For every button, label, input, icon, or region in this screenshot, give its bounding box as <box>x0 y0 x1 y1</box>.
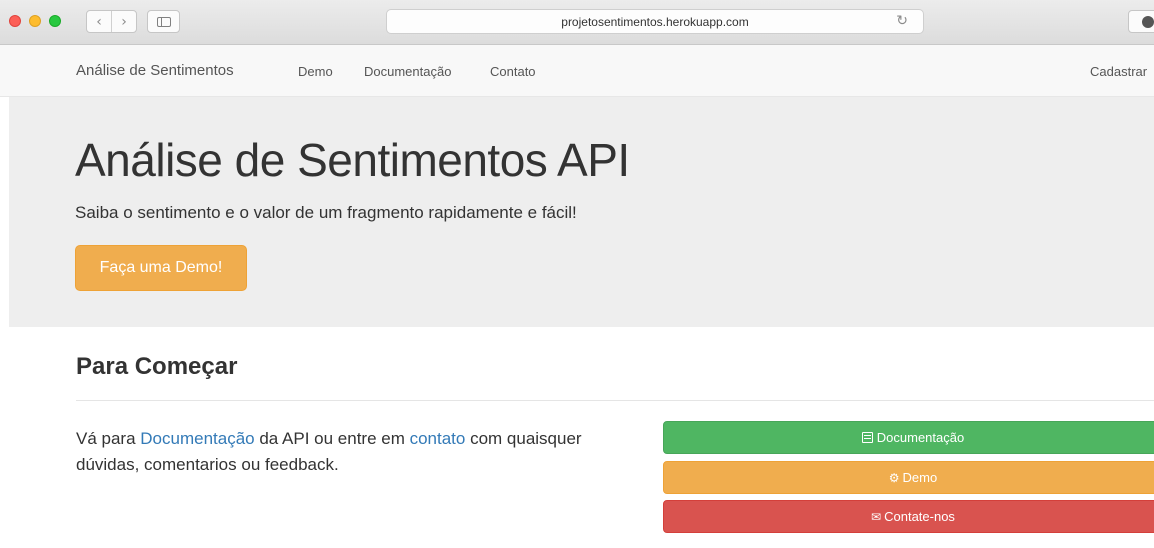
text-before-doc: Vá para <box>76 429 141 448</box>
minimize-window-icon[interactable] <box>29 15 41 27</box>
page-title: Análise de Sentimentos API <box>75 134 630 186</box>
history-buttons: ‹ › <box>86 10 137 33</box>
list-icon <box>861 432 873 443</box>
sidebar-toggle-button[interactable] <box>147 10 180 33</box>
page-subtitle: Saiba o sentimento e o valor de um fragm… <box>75 203 577 222</box>
section-title: Para Começar <box>76 353 238 380</box>
nav-link-contato[interactable]: Contato <box>490 64 536 79</box>
maximize-window-icon[interactable] <box>49 15 61 27</box>
navbar-brand[interactable]: Análise de Sentimentos <box>76 62 234 79</box>
text-middle: da API ou entre em <box>254 429 410 448</box>
demo-button-label: Demo <box>902 470 938 485</box>
back-icon[interactable]: ‹ <box>87 11 111 32</box>
contact-button-label: Contate-nos <box>884 509 955 524</box>
close-window-icon[interactable] <box>9 15 21 27</box>
contact-link[interactable]: contato <box>410 429 466 448</box>
sidebar-icon <box>156 16 171 27</box>
contact-button[interactable]: ✉ Contate-nos <box>663 500 1154 533</box>
getting-started-text: Vá para Documentação da API ou entre em … <box>76 426 636 478</box>
download-icon <box>1142 16 1154 28</box>
forward-icon[interactable]: › <box>111 11 136 32</box>
gear-icon: ⚙ <box>888 470 900 485</box>
nav-link-documentacao[interactable]: Documentação <box>364 64 451 79</box>
demo-button[interactable]: ⚙ Demo <box>663 461 1154 494</box>
site-navbar: Análise de Sentimentos Demo Documentação… <box>0 45 1154 97</box>
documentation-link[interactable]: Documentação <box>140 429 254 448</box>
envelope-icon: ✉ <box>871 509 882 524</box>
jumbotron: Análise de Sentimentos API Saiba o senti… <box>9 97 1154 327</box>
address-bar[interactable]: projetosentimentos.herokuapp.com ↻ <box>386 9 924 34</box>
nav-link-cadastrar[interactable]: Cadastrar <box>1090 64 1147 79</box>
nav-link-demo[interactable]: Demo <box>298 64 333 79</box>
documentation-button-label: Documentação <box>876 430 965 445</box>
demo-cta-button[interactable]: Faça uma Demo! <box>75 245 247 291</box>
browser-toolbar: ‹ › projetosentimentos.herokuapp.com ↻ <box>0 0 1154 45</box>
url-text: projetosentimentos.herokuapp.com <box>561 15 749 29</box>
reload-icon[interactable]: ↻ <box>896 13 908 29</box>
documentation-button[interactable]: Documentação <box>663 421 1154 454</box>
download-button[interactable] <box>1128 10 1154 33</box>
divider <box>76 400 1154 401</box>
